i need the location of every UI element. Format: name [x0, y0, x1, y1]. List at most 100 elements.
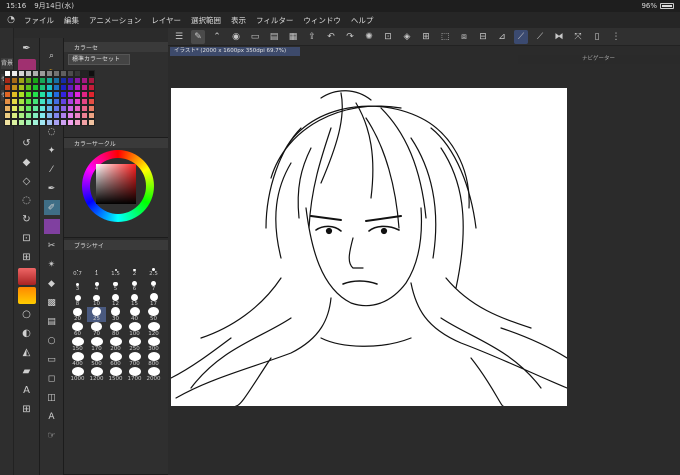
brush-size-cell[interactable]: 250: [125, 337, 144, 352]
gradient-icon[interactable]: ▤: [44, 314, 60, 329]
color-swatch[interactable]: [32, 119, 39, 126]
loading-icon[interactable]: ✺: [362, 30, 376, 44]
color-swatch[interactable]: [81, 98, 88, 105]
color-swatch[interactable]: [4, 70, 11, 77]
brush-size-cell[interactable]: 1200: [87, 367, 106, 382]
color-swatch[interactable]: [39, 91, 46, 98]
menu-filter[interactable]: フィルター: [256, 15, 293, 26]
color-swatch[interactable]: [39, 112, 46, 119]
color-swatch[interactable]: [32, 84, 39, 91]
color-swatch[interactable]: [88, 91, 95, 98]
brush-size-cell[interactable]: 0.7: [68, 262, 87, 277]
color-swatch[interactable]: [53, 70, 60, 77]
color-swatch[interactable]: [60, 77, 67, 84]
brush-size-cell[interactable]: 3: [68, 277, 87, 292]
snap-special-icon[interactable]: ⟋: [533, 30, 547, 44]
crop-tool-icon[interactable]: ⊡: [18, 230, 36, 247]
color-swatch[interactable]: [88, 98, 95, 105]
brush-size-cell[interactable]: 6: [125, 277, 144, 292]
color-swatch[interactable]: [67, 77, 74, 84]
brush-size-cell[interactable]: 1500: [106, 367, 125, 382]
color-swatch[interactable]: [74, 105, 81, 112]
brush-size-cell[interactable]: 800: [144, 352, 163, 367]
color-swatch[interactable]: [32, 98, 39, 105]
snap-ruler-icon[interactable]: ⟋: [514, 29, 528, 44]
color-swatch[interactable]: [81, 112, 88, 119]
transform-icon[interactable]: ⊞: [419, 30, 433, 44]
eye-icon[interactable]: ◉: [229, 30, 243, 44]
brush-size-cell[interactable]: 2000: [144, 367, 163, 382]
color-swatch[interactable]: [81, 77, 88, 84]
brush-size-cell[interactable]: 10: [87, 292, 106, 307]
mesh-icon[interactable]: ⊞: [18, 249, 36, 266]
eraser-icon[interactable]: ◆: [18, 154, 36, 171]
pen-icon[interactable]: ✒: [18, 40, 36, 57]
color-swatch[interactable]: [25, 112, 32, 119]
color-swatch[interactable]: [88, 70, 95, 77]
gradient-red-icon[interactable]: [17, 268, 36, 285]
brush-size-cell[interactable]: 120: [144, 322, 163, 337]
color-swatch[interactable]: [74, 70, 81, 77]
brush-size-cell[interactable]: 30: [106, 307, 125, 322]
brush-size-cell[interactable]: 25: [87, 307, 106, 322]
color-swatch[interactable]: [74, 77, 81, 84]
brush-size-cell[interactable]: 150: [68, 337, 87, 352]
color-swatch[interactable]: [67, 84, 74, 91]
color-swatch[interactable]: [18, 91, 25, 98]
active-brush-icon[interactable]: ✐: [43, 200, 60, 215]
brush-size-cell[interactable]: 40: [125, 307, 144, 322]
color-swatch[interactable]: [18, 112, 25, 119]
color-swatch[interactable]: [67, 119, 74, 126]
lasso-select-icon[interactable]: ◌: [44, 124, 60, 139]
color-swatch[interactable]: [53, 112, 60, 119]
brush-size-cell[interactable]: 50: [144, 307, 163, 322]
color-swatch[interactable]: [81, 119, 88, 126]
color-swatch[interactable]: [74, 84, 81, 91]
color-swatch[interactable]: [67, 91, 74, 98]
color-swatch[interactable]: [67, 70, 74, 77]
color-swatch[interactable]: [74, 98, 81, 105]
stamp-icon[interactable]: ◭: [18, 344, 36, 361]
decoration-icon[interactable]: ✂: [44, 238, 60, 253]
color-swatch[interactable]: [46, 70, 53, 77]
brush-size-cell[interactable]: 60: [68, 322, 87, 337]
brush-size-cell[interactable]: 1000: [68, 367, 87, 382]
color-swatch[interactable]: [18, 84, 25, 91]
correction-icon[interactable]: ☞: [44, 428, 60, 443]
color-swatch[interactable]: [4, 119, 11, 126]
color-swatch[interactable]: [4, 112, 11, 119]
new-file-icon[interactable]: ▭: [248, 30, 262, 44]
color-swatch[interactable]: [81, 91, 88, 98]
color-swatch[interactable]: [46, 84, 53, 91]
color-swatch[interactable]: [18, 105, 25, 112]
color-swatch[interactable]: [39, 84, 46, 91]
airbrush-icon[interactable]: [43, 219, 60, 234]
color-swatch[interactable]: [32, 112, 39, 119]
color-swatch[interactable]: [4, 77, 11, 84]
color-swatch[interactable]: [11, 91, 18, 98]
color-swatch[interactable]: [74, 91, 81, 98]
color-swatch[interactable]: [18, 98, 25, 105]
brush-size-cell[interactable]: 7: [144, 277, 163, 292]
color-swatch[interactable]: [25, 84, 32, 91]
color-swatch[interactable]: [53, 84, 60, 91]
color-swatch[interactable]: [88, 112, 95, 119]
menu-layer[interactable]: レイヤー: [151, 15, 181, 26]
menu-help[interactable]: ヘルプ: [351, 15, 374, 26]
menu-view[interactable]: 表示: [231, 15, 246, 26]
color-swatch[interactable]: [60, 70, 67, 77]
color-swatch[interactable]: [60, 119, 67, 126]
menu-edit[interactable]: 編集: [64, 15, 79, 26]
frame-icon[interactable]: ▭: [44, 352, 60, 367]
fill-icon[interactable]: ◈: [400, 30, 414, 44]
eraser-soft-icon[interactable]: ◇: [18, 173, 36, 190]
flip-icon[interactable]: ⧓: [552, 30, 566, 44]
brush-size-cell[interactable]: 400: [68, 352, 87, 367]
color-swatch[interactable]: [25, 119, 32, 126]
color-swatch[interactable]: [60, 84, 67, 91]
text-tool-icon[interactable]: A: [44, 409, 60, 424]
undo-icon[interactable]: ↶: [324, 30, 338, 44]
layer-label-bg[interactable]: 背景: [1, 58, 13, 69]
color-swatch[interactable]: [46, 119, 53, 126]
color-swatch[interactable]: [53, 77, 60, 84]
